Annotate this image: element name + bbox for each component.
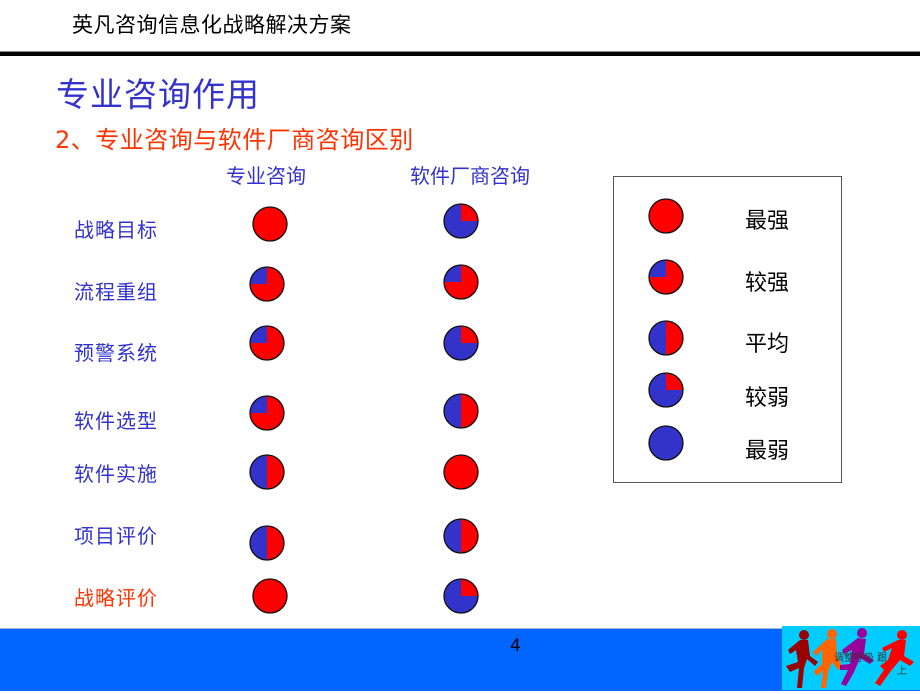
- legend-label-weakest: 最弱: [745, 439, 790, 464]
- slide-title: 专业咨询作用: [56, 75, 260, 114]
- row-label-software-selection: 软件选型: [74, 409, 158, 433]
- legend-label-strongest: 最强: [745, 209, 790, 234]
- pie-professional-4: [249, 395, 285, 431]
- legend-label-average: 平均: [745, 332, 790, 357]
- pie-strength-wedge: [267, 455, 284, 489]
- pie-vendor-2: [443, 264, 479, 300]
- pie-professional-3: [249, 325, 285, 361]
- pie-strength-wedge: [267, 526, 284, 560]
- legend-pie-1: [648, 198, 684, 234]
- pie-vendor-7: [443, 578, 479, 614]
- legend-pie-5: [648, 425, 684, 461]
- header-divider: [0, 51, 920, 56]
- page-number: 4: [510, 636, 521, 656]
- row-label-process-reengineering: 流程重组: [74, 280, 158, 304]
- slide-subtitle: 2、专业咨询与软件厂商咨询区别: [55, 126, 414, 154]
- legend-label-weaker: 较弱: [745, 386, 790, 411]
- pie-professional-2: [249, 266, 285, 302]
- pie-vendor-1: [443, 203, 479, 239]
- pie-strength-wedge: [666, 321, 683, 355]
- pie-professional-5: [249, 454, 285, 490]
- pie-strength-wedge: [461, 519, 478, 553]
- pie-vendor-6: [443, 518, 479, 554]
- column-header-professional: 专业咨询: [226, 164, 306, 188]
- pie-strength-wedge: [461, 394, 478, 428]
- legend-label-stronger: 较强: [745, 271, 790, 296]
- pie-professional-6: [249, 525, 285, 561]
- logo-caption-2: 上: [897, 666, 907, 677]
- pie-professional-1: [252, 206, 288, 242]
- row-label-software-implementation: 软件实施: [74, 462, 158, 486]
- header-title: 英凡咨询信息化战略解决方案: [72, 13, 352, 37]
- column-header-vendor: 软件厂商咨询: [410, 164, 530, 188]
- legend-pie-3: [648, 320, 684, 356]
- pie-vendor-5: [443, 454, 479, 490]
- row-label-project-evaluation: 项目评价: [74, 524, 158, 548]
- pie-vendor-4: [443, 393, 479, 429]
- pie-vendor-3: [443, 325, 479, 361]
- legend-pie-4: [648, 372, 684, 408]
- row-label-early-warning: 预警系统: [74, 341, 158, 365]
- row-label-strategy-evaluation: 战略评价: [74, 586, 158, 610]
- logo-caption: 调整呼吸 跟: [834, 653, 888, 664]
- legend-pie-2: [648, 259, 684, 295]
- pie-professional-7: [252, 578, 288, 614]
- runners-logo: 调整呼吸 跟 上: [782, 626, 920, 690]
- runner-dark-red: [786, 630, 818, 688]
- row-label-strategic-goal: 战略目标: [74, 218, 158, 242]
